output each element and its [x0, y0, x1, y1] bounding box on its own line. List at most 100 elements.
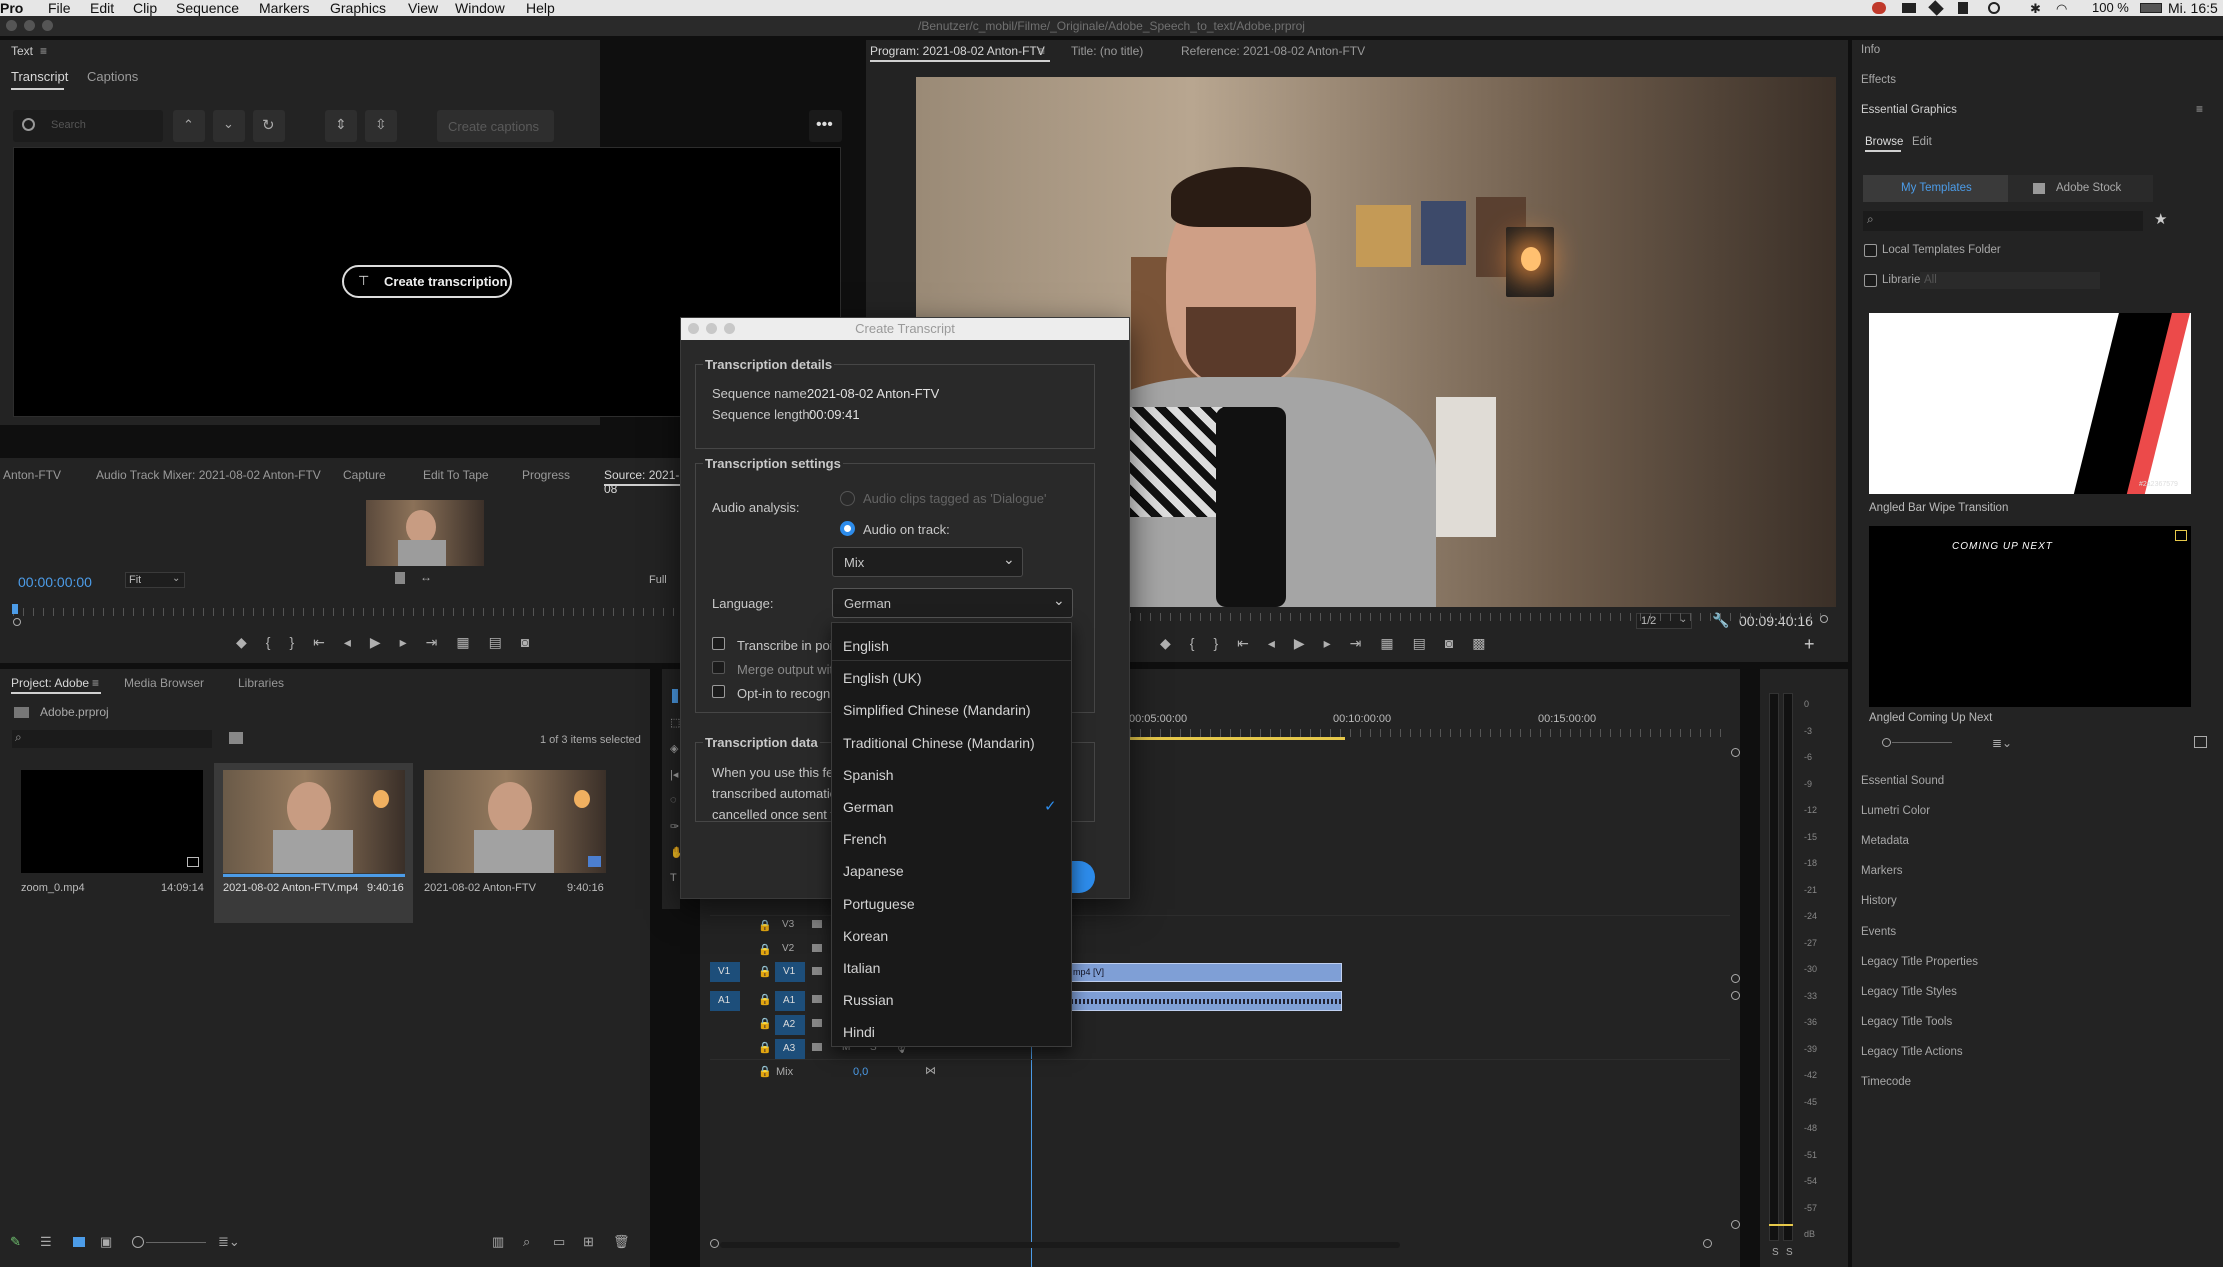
- panel-section-item[interactable]: Legacy Title Tools: [1861, 1016, 1952, 1028]
- tab-sequence[interactable]: Anton-FTV: [3, 468, 61, 482]
- tab-reference[interactable]: Reference: 2021-08-02 Anton-FTV: [1181, 44, 1365, 58]
- panel-menu-icon[interactable]: ≡: [1038, 44, 1045, 58]
- timeline-horizontal-scroll[interactable]: [720, 1242, 1400, 1248]
- panel-menu-icon[interactable]: ≡: [40, 44, 47, 58]
- effects-panel-header[interactable]: Effects: [1861, 74, 1896, 86]
- source-playhead[interactable]: [12, 604, 18, 614]
- info-panel-header[interactable]: Info: [1861, 44, 1880, 56]
- trash-icon[interactable]: 🗑: [613, 1234, 630, 1250]
- menu-sequence[interactable]: Sequence: [176, 0, 239, 16]
- template-preview[interactable]: COMING UP NEXT: [1869, 526, 2191, 707]
- language-select[interactable]: German ⌄: [832, 588, 1073, 618]
- panel-section-item[interactable]: History: [1861, 895, 1897, 907]
- my-templates-button[interactable]: My Templates: [1863, 175, 2008, 202]
- vertical-zoom-handle[interactable]: [1731, 991, 1740, 1000]
- menu-edit[interactable]: Edit: [90, 0, 114, 16]
- menu-help[interactable]: Help: [526, 0, 555, 16]
- next-result-button[interactable]: ⌄: [213, 110, 245, 142]
- language-option[interactable]: Portuguese: [832, 889, 1071, 919]
- window-zoom-button[interactable]: [42, 20, 53, 31]
- panel-section-item[interactable]: Markers: [1861, 865, 1903, 877]
- source-patch-v1[interactable]: V1: [710, 962, 740, 982]
- lock-icon[interactable]: 🔒: [758, 943, 772, 956]
- panel-menu-icon[interactable]: ≡: [92, 676, 99, 690]
- source-settings-icon[interactable]: [395, 572, 405, 584]
- transcribe-in-points-checkbox[interactable]: [712, 637, 725, 650]
- zoom-slider-handle[interactable]: [132, 1236, 144, 1248]
- new-bin-from-search-icon[interactable]: [229, 732, 243, 744]
- create-captions-button[interactable]: Create captions: [437, 110, 554, 142]
- tab-libraries[interactable]: Libraries: [238, 676, 284, 690]
- thumbnail-size-slider[interactable]: [1882, 738, 1891, 747]
- language-option[interactable]: English (UK): [832, 663, 1071, 693]
- lock-icon[interactable]: 🔒: [758, 965, 772, 978]
- scroll-handle-left[interactable]: [710, 1239, 719, 1248]
- language-option[interactable]: Traditional Chinese (Mandarin): [832, 728, 1071, 758]
- lock-icon[interactable]: 🔒: [758, 1041, 772, 1054]
- tab-edit[interactable]: Edit: [1912, 136, 1932, 148]
- language-option[interactable]: Hindi: [832, 1017, 1071, 1047]
- window-close-button[interactable]: [6, 20, 17, 31]
- menu-view[interactable]: View: [408, 0, 438, 16]
- source-time-ruler[interactable]: [13, 608, 680, 616]
- panel-section-item[interactable]: Timecode: [1861, 1076, 1911, 1088]
- sync-icon[interactable]: [1902, 3, 1916, 13]
- tab-captions[interactable]: Captions: [87, 69, 138, 84]
- wifi-icon[interactable]: ◠: [2056, 1, 2067, 17]
- language-option[interactable]: Simplified Chinese (Mandarin): [832, 695, 1071, 725]
- track-a3[interactable]: A3: [775, 1039, 805, 1059]
- sync-lock-icon[interactable]: [812, 944, 822, 952]
- language-option[interactable]: Russian: [832, 985, 1071, 1015]
- thumbnail-size-track[interactable]: [1892, 742, 1952, 743]
- pencil-icon[interactable]: ✎: [10, 1234, 21, 1250]
- panel-section-item[interactable]: Lumetri Color: [1861, 805, 1930, 817]
- refresh-button[interactable]: ↻: [253, 110, 285, 142]
- project-search-input[interactable]: ⌕: [12, 730, 212, 748]
- tab-progress[interactable]: Progress: [522, 468, 570, 482]
- menubar-clock[interactable]: Mi. 16:5: [2168, 0, 2218, 16]
- meter-solo-left[interactable]: S: [1772, 1247, 1779, 1258]
- ripple-edit-tool-icon[interactable]: ◈: [670, 742, 678, 755]
- mix-go-to-icon[interactable]: ⋈: [925, 1064, 936, 1077]
- opt-in-checkbox[interactable]: [712, 685, 725, 698]
- zoom-slider-track[interactable]: [146, 1242, 206, 1243]
- menu-markers[interactable]: Markers: [259, 0, 310, 16]
- track-a1[interactable]: A1: [775, 991, 805, 1011]
- tab-media-browser[interactable]: Media Browser: [124, 676, 204, 690]
- list-view-icon[interactable]: ☰: [40, 1234, 52, 1250]
- panel-section-item[interactable]: Metadata: [1861, 835, 1909, 847]
- source-transport-controls[interactable]: ◆{}⇤◂▶▸⇥▦▤◙: [236, 634, 616, 650]
- new-bin-icon[interactable]: ▭: [553, 1234, 565, 1250]
- sort-icon[interactable]: ≣⌄: [218, 1234, 240, 1250]
- dropbox-icon[interactable]: [1928, 0, 1944, 16]
- freeform-view-icon[interactable]: ▣: [100, 1234, 112, 1250]
- menu-file[interactable]: File: [48, 0, 71, 16]
- tab-audio-track-mixer[interactable]: Audio Track Mixer: 2021-08-02 Anton-FTV: [96, 468, 321, 482]
- tab-browse[interactable]: Browse: [1865, 136, 1903, 148]
- language-option[interactable]: Korean: [832, 921, 1071, 951]
- sync-lock-icon[interactable]: [812, 920, 822, 928]
- search-field[interactable]: Search: [13, 110, 163, 142]
- collapse-button[interactable]: ⇳: [365, 110, 397, 142]
- add-button-icon[interactable]: +: [1804, 634, 1815, 655]
- tab-program[interactable]: Program: 2021-08-02 Anton-FTV: [870, 44, 1045, 58]
- adobe-stock-button[interactable]: Adobe Stock: [2008, 175, 2153, 202]
- language-option[interactable]: Japanese: [832, 856, 1071, 886]
- mix-volume-value[interactable]: 0,0: [853, 1066, 868, 1078]
- tab-edit-to-tape[interactable]: Edit To Tape: [423, 468, 489, 482]
- sync-lock-icon[interactable]: [812, 995, 822, 1003]
- panel-section-item[interactable]: Legacy Title Styles: [1861, 986, 1957, 998]
- previous-result-button[interactable]: ⌃: [173, 110, 205, 142]
- time-machine-icon[interactable]: [1988, 2, 2000, 14]
- app-menu[interactable]: Pro: [0, 0, 23, 16]
- meter-solo-right[interactable]: S: [1786, 1247, 1793, 1258]
- battery-icon[interactable]: [2140, 3, 2162, 13]
- new-item-icon[interactable]: ⊞: [583, 1234, 594, 1250]
- language-option[interactable]: Italian: [832, 953, 1071, 983]
- dialogue-radio[interactable]: [840, 491, 855, 506]
- vertical-zoom-handle[interactable]: [1731, 748, 1740, 757]
- slip-tool-icon[interactable]: ◌: [670, 794, 677, 806]
- vertical-zoom-handle[interactable]: [1731, 974, 1740, 983]
- track-select[interactable]: Mix ⌄: [832, 547, 1023, 577]
- panel-section-item[interactable]: Events: [1861, 926, 1896, 938]
